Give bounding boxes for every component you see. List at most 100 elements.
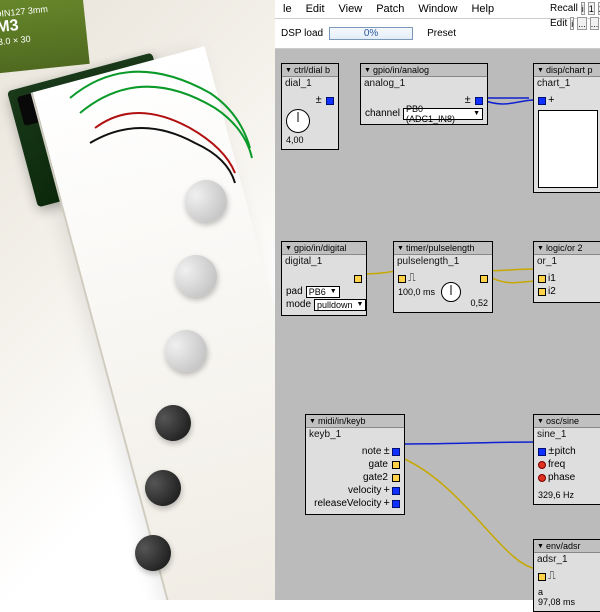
channel-select[interactable]: PB0 (ADC1_IN8) [403, 108, 483, 120]
pulse-icon: ⎍ [408, 273, 416, 285]
inlet[interactable] [538, 97, 546, 105]
node-sine[interactable]: osc/sine sine_1 ±pitch freq phase 329,6 … [533, 414, 600, 505]
recall-btn[interactable]: 1 [588, 2, 595, 15]
outlet-gate[interactable] [392, 461, 400, 469]
node-adsr[interactable]: env/adsr adsr_1 ⎍ a 97,08 ms [533, 539, 600, 612]
outlet[interactable] [326, 97, 334, 105]
menu-file[interactable]: le [277, 1, 298, 17]
hardware-photo: DIN127 3mm M3 3.0 × 30 [0, 0, 275, 600]
inlet-freq[interactable] [538, 461, 546, 469]
node-name: dial_1 [282, 77, 338, 92]
node-name: digital_1 [282, 255, 366, 270]
inlet[interactable] [538, 288, 546, 296]
pulse-value: 0,52 [398, 298, 488, 308]
inlet[interactable] [538, 573, 546, 581]
dsp-load-label: DSP load [281, 28, 323, 39]
toolbar: DSP load 0% Preset Recall i 1 2 Edit i .… [275, 19, 600, 49]
menu-view[interactable]: View [333, 1, 369, 17]
node-name: keyb_1 [306, 428, 404, 443]
freq-value: 329,6 Hz [538, 490, 596, 500]
recall-btn[interactable]: i [581, 2, 585, 15]
menu-patch[interactable]: Patch [370, 1, 410, 17]
edit-label: Edit [550, 18, 567, 29]
patch-canvas[interactable]: ctrl/dial b dial_1 ± 4,00 gpio/in/analog… [275, 49, 600, 600]
outlet-gate2[interactable] [392, 474, 400, 482]
sym: ± [548, 446, 555, 458]
enclosure-panel [31, 46, 275, 600]
velocity-label: velocity [348, 485, 381, 496]
node-title: midi/in/keyb [306, 415, 404, 428]
outlet[interactable] [475, 97, 483, 105]
sym: + [383, 498, 390, 510]
preset-label: Preset [427, 28, 456, 39]
node-keyb[interactable]: midi/in/keyb keyb_1 note± gate gate2 vel… [305, 414, 405, 515]
pitch-label: pitch [555, 446, 576, 457]
menu-window[interactable]: Window [412, 1, 463, 17]
outlet[interactable] [354, 275, 362, 283]
node-name: or_1 [534, 255, 600, 270]
node-chart[interactable]: disp/chart p chart_1 + [533, 63, 600, 193]
node-title: disp/chart p [534, 64, 600, 77]
node-analog[interactable]: gpio/in/analog analog_1 ± channel PB0 (A… [360, 63, 488, 125]
i2-label: i2 [548, 286, 556, 297]
patcher-app: le Edit View Patch Window Help DSP load … [275, 0, 600, 600]
node-title: env/adsr [534, 540, 600, 553]
inlet-phase[interactable] [538, 474, 546, 482]
node-title: osc/sine [534, 415, 600, 428]
edit-btn[interactable]: ... [590, 17, 600, 30]
phase-label: phase [548, 472, 575, 483]
a-label: a [538, 587, 596, 597]
node-dial[interactable]: ctrl/dial b dial_1 ± 4,00 [281, 63, 339, 150]
node-digital[interactable]: gpio/in/digital digital_1 pad PB6 mode p… [281, 241, 367, 316]
node-pulselength[interactable]: timer/pulselength pulselength_1 ⎍ 100,0 … [393, 241, 493, 313]
pad-label: pad [286, 286, 303, 297]
node-name: sine_1 [534, 428, 600, 443]
a-value: 97,08 ms [538, 597, 596, 607]
dial-control[interactable] [441, 282, 461, 302]
node-title: ctrl/dial b [282, 64, 338, 77]
mode-label: mode [286, 299, 311, 310]
pulse-time: 100,0 ms [398, 287, 435, 297]
outlet[interactable] [480, 275, 488, 283]
gate-label: gate [369, 459, 388, 470]
sym: + [383, 485, 390, 497]
pulse-icon: ⎍ [548, 571, 556, 583]
node-name: adsr_1 [534, 553, 600, 568]
node-title: gpio/in/digital [282, 242, 366, 255]
inlet[interactable] [538, 275, 546, 283]
sym: ± [383, 446, 390, 458]
outlet-velocity[interactable] [392, 487, 400, 495]
node-title: timer/pulselength [394, 242, 492, 255]
out-sym: ± [315, 95, 322, 107]
node-name: chart_1 [534, 77, 600, 92]
recall-label: Recall [550, 3, 578, 14]
screw-box: DIN127 3mm M3 3.0 × 30 [0, 0, 90, 74]
dial-control[interactable] [286, 109, 310, 133]
chart-display [538, 110, 598, 188]
inlet[interactable] [398, 275, 406, 283]
edit-btn[interactable]: ... [577, 17, 587, 30]
channel-label: channel [365, 108, 400, 119]
node-name: analog_1 [361, 77, 487, 92]
edit-btn[interactable]: i [570, 17, 574, 30]
in-sym: + [548, 95, 555, 107]
node-title: logic/or 2 [534, 242, 600, 255]
outlet-relvel[interactable] [392, 500, 400, 508]
menu-edit[interactable]: Edit [300, 1, 331, 17]
dsp-load-bar: 0% [329, 27, 413, 40]
note-label: note [362, 446, 381, 457]
i1-label: i1 [548, 273, 556, 284]
node-name: pulselength_1 [394, 255, 492, 270]
node-title: gpio/in/analog [361, 64, 487, 77]
mode-select[interactable]: pulldown [314, 299, 366, 311]
gate2-label: gate2 [363, 472, 388, 483]
pad-select[interactable]: PB6 [306, 286, 340, 298]
dsp-load-value: 0% [364, 28, 378, 39]
inlet-pitch[interactable] [538, 448, 546, 456]
dial-value: 4,00 [286, 135, 334, 145]
freq-label: freq [548, 459, 565, 470]
relvel-label: releaseVelocity [314, 498, 381, 509]
node-or[interactable]: logic/or 2 or_1 i1 i2 [533, 241, 600, 303]
menu-help[interactable]: Help [465, 1, 500, 17]
outlet-note[interactable] [392, 448, 400, 456]
